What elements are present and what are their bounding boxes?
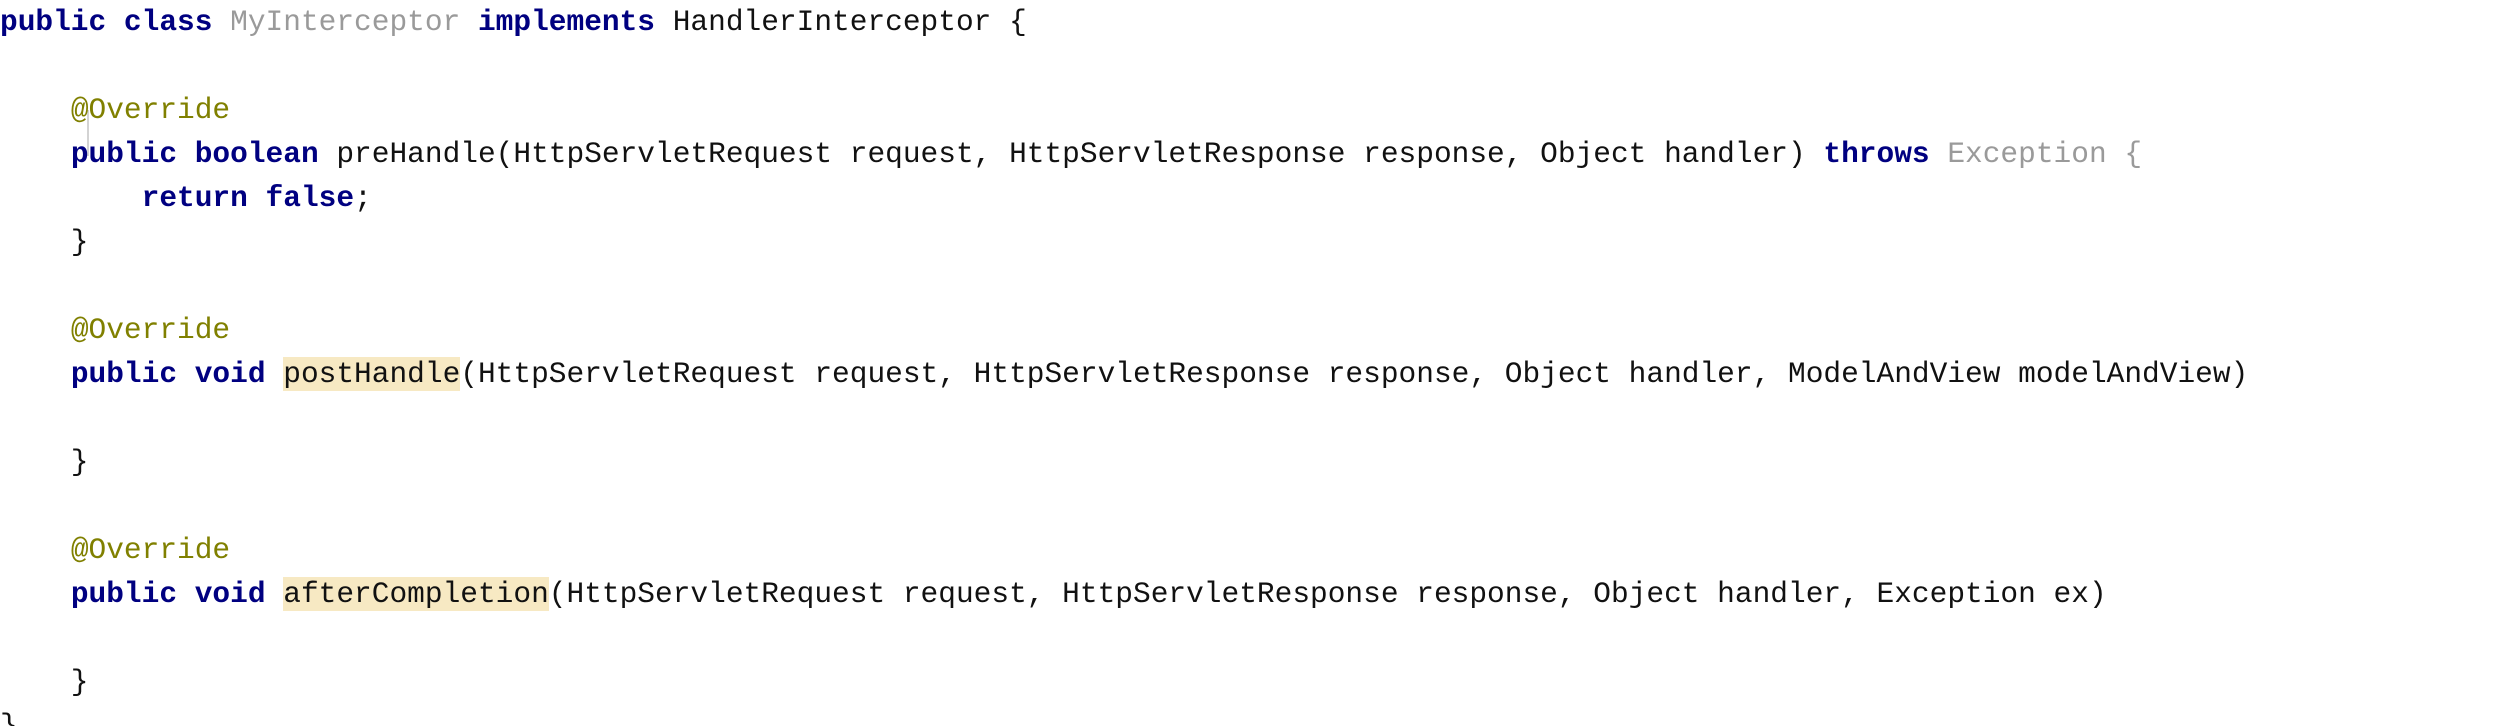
- code-line[interactable]: public boolean preHandle(HttpServletRequ…: [0, 132, 2498, 176]
- code-line[interactable]: }: [0, 660, 2498, 704]
- type-token: MyInterceptor: [230, 5, 461, 39]
- code-token: ;: [354, 181, 372, 215]
- keyword-token: void: [194, 357, 266, 391]
- annotation-token: @Override: [70, 93, 231, 127]
- code-token: }: [0, 445, 89, 479]
- keyword-token: class: [123, 5, 213, 39]
- code-line[interactable]: [0, 616, 2498, 660]
- code-token: }: [0, 225, 89, 259]
- keyword-token: void: [194, 577, 266, 611]
- code-line[interactable]: public class MyInterceptor implements Ha…: [0, 0, 2498, 44]
- code-line[interactable]: }: [0, 704, 2498, 726]
- type-token: Exception {: [1947, 137, 2143, 171]
- keyword-token: throws: [1823, 137, 1930, 171]
- code-line[interactable]: [0, 44, 2498, 88]
- keyword-token: public: [70, 137, 178, 171]
- keyword-token: return: [141, 181, 248, 215]
- annotation-token: @Override: [70, 313, 231, 347]
- keyword-token: public: [0, 5, 107, 39]
- keyword-token: false: [265, 181, 355, 215]
- highlighted-identifier[interactable]: postHandle: [283, 357, 461, 391]
- keyword-token: public: [70, 577, 178, 611]
- code-token: HandlerInterceptor {: [672, 5, 1027, 39]
- code-line[interactable]: @Override: [0, 308, 2498, 352]
- keyword-token: boolean: [194, 137, 319, 171]
- code-line[interactable]: [0, 484, 2498, 528]
- code-line[interactable]: return false;: [0, 176, 2498, 220]
- code-line[interactable]: [0, 396, 2498, 440]
- code-line[interactable]: public void afterCompletion(HttpServletR…: [0, 572, 2498, 616]
- code-line[interactable]: public void postHandle(HttpServletReques…: [0, 352, 2498, 396]
- code-token: }: [0, 665, 89, 699]
- code-token: preHandle(HttpServletRequest request, Ht…: [336, 137, 1824, 171]
- code-line[interactable]: @Override: [0, 528, 2498, 572]
- code-line[interactable]: [0, 264, 2498, 308]
- code-token: (HttpServletRequest request, HttpServlet…: [548, 577, 2125, 611]
- source-code-block[interactable]: public class MyInterceptor implements Ha…: [0, 0, 2498, 726]
- code-token: (HttpServletRequest request, HttpServlet…: [460, 357, 2266, 391]
- annotation-token: @Override: [70, 533, 231, 567]
- code-token: }: [0, 709, 18, 726]
- keyword-token: public: [70, 357, 178, 391]
- code-editor-viewport[interactable]: */ public class MyInterceptor implements…: [0, 0, 2498, 726]
- keyword-token: implements: [477, 5, 656, 39]
- code-line[interactable]: @Override: [0, 88, 2498, 132]
- code-line[interactable]: }: [0, 220, 2498, 264]
- code-line[interactable]: }: [0, 440, 2498, 484]
- highlighted-identifier[interactable]: afterCompletion: [283, 577, 549, 611]
